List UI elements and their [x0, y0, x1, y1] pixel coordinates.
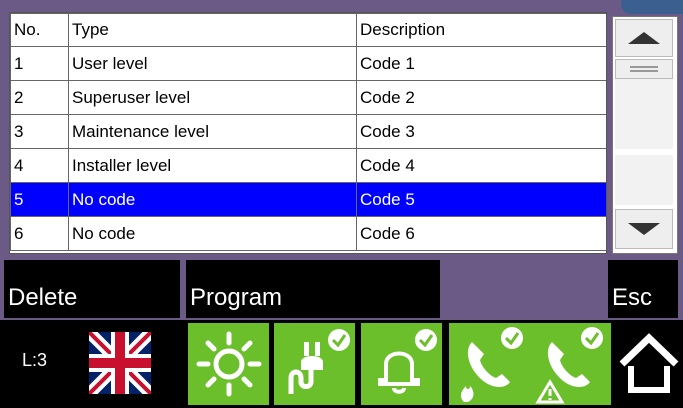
- row-description: Code 3: [356, 114, 606, 149]
- table-header-row: No. Type Description: [10, 13, 606, 47]
- row-description: Code 5: [356, 182, 606, 217]
- row-no: 1: [10, 46, 69, 81]
- program-button[interactable]: Program: [186, 260, 440, 318]
- scrollbar[interactable]: [612, 16, 678, 254]
- bell-check-icon: [377, 329, 437, 394]
- row-type: Superuser level: [68, 80, 357, 115]
- level-indicator: L:3: [22, 350, 48, 370]
- header-type: Type: [68, 13, 357, 47]
- scroll-thumb[interactable]: [615, 59, 673, 79]
- row-no: 4: [10, 148, 69, 183]
- arrow-down-icon: [628, 223, 660, 235]
- row-description: Code 2: [356, 80, 606, 115]
- table-row[interactable]: 6 No code Code 6: [10, 216, 606, 251]
- table-row[interactable]: 1 User level Code 1: [10, 46, 606, 81]
- row-no: 6: [10, 216, 69, 251]
- alarm-tile[interactable]: [361, 323, 442, 405]
- row-description: Code 4: [356, 148, 606, 183]
- scroll-down-button[interactable]: [615, 209, 673, 249]
- top-bar: [0, 0, 683, 10]
- phone-fire-check-icon: [460, 327, 523, 402]
- row-type: No code: [68, 182, 357, 217]
- row-no: 2: [10, 80, 69, 115]
- arrow-up-icon: [628, 32, 660, 44]
- header-no: No.: [10, 13, 69, 47]
- row-type: User level: [68, 46, 357, 81]
- power-plug-check-icon: [288, 329, 350, 394]
- uk-flag-icon[interactable]: [89, 332, 151, 394]
- table-row[interactable]: 4 Installer level Code 4: [10, 148, 606, 183]
- scroll-up-button[interactable]: [615, 19, 673, 57]
- table-row[interactable]: 3 Maintenance level Code 3: [10, 114, 606, 149]
- home-icon[interactable]: [618, 332, 680, 394]
- header-description: Description: [356, 13, 606, 47]
- corner-badge: [621, 0, 683, 14]
- row-no: 3: [10, 114, 69, 149]
- phone-warning-check-icon: [535, 327, 603, 404]
- row-no: 5: [10, 182, 69, 217]
- telecom-tile[interactable]: [449, 323, 611, 405]
- action-bar: Delete Program Esc: [0, 255, 683, 318]
- row-type: Maintenance level: [68, 114, 357, 149]
- table-row-selected[interactable]: 5 No code Code 5: [10, 182, 606, 217]
- esc-button[interactable]: Esc: [608, 260, 678, 318]
- sun-tile[interactable]: [188, 323, 269, 405]
- delete-button[interactable]: Delete: [4, 260, 180, 318]
- power-tile[interactable]: [274, 323, 355, 405]
- row-description: Code 1: [356, 46, 606, 81]
- scroll-track-upper[interactable]: [615, 79, 673, 149]
- row-type: No code: [68, 216, 357, 251]
- row-type: Installer level: [68, 148, 357, 183]
- status-bar: L:3: [0, 320, 683, 408]
- codes-table: No. Type Description 1 User level Code 1…: [9, 12, 607, 254]
- sun-icon: [196, 331, 261, 397]
- scroll-track-lower[interactable]: [615, 155, 673, 205]
- table-row[interactable]: 2 Superuser level Code 2: [10, 80, 606, 115]
- row-description: Code 6: [356, 216, 606, 251]
- grip-icon: [630, 66, 658, 72]
